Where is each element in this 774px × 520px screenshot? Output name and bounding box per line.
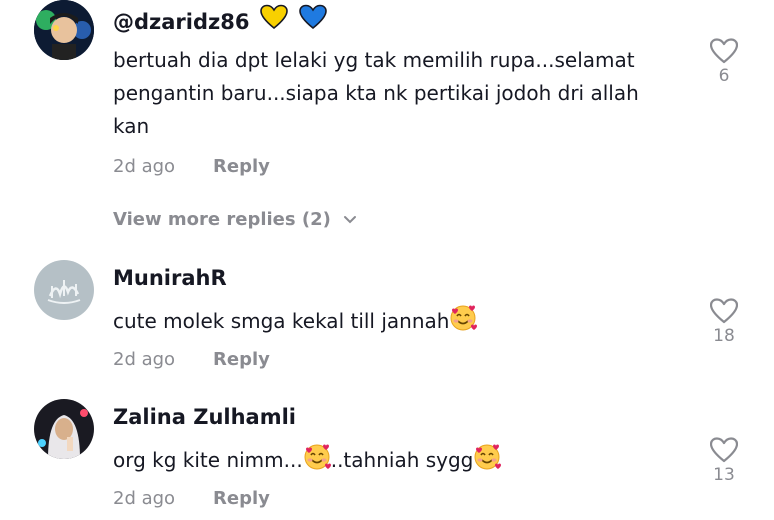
like-button[interactable]: 13 [705, 437, 743, 485]
avatar[interactable] [34, 399, 94, 459]
comment-username[interactable]: Zalina Zulhamli [113, 405, 296, 429]
avatar[interactable] [34, 260, 94, 320]
like-count: 13 [713, 465, 735, 485]
comment-text: cute molek smga kekal till jannah [113, 304, 673, 338]
like-count: 18 [713, 326, 735, 346]
comment-text: bertuah dia dpt lelaki yg tak memilih ru… [113, 48, 639, 138]
avatar-image [34, 399, 94, 459]
like-button[interactable]: 6 [705, 38, 743, 86]
comment-username[interactable]: MunirahR [113, 266, 227, 290]
comment-text: org kg kite nimm... ..tahniah sygg [113, 443, 673, 477]
like-button[interactable]: 18 [705, 298, 743, 346]
comment-meta: 2d ago Reply [113, 488, 270, 509]
username-text: @dzaridz86 [113, 10, 250, 34]
avatar[interactable] [34, 0, 94, 60]
smiling-face-with-hearts-icon [473, 443, 501, 471]
comment-meta: 2d ago Reply [113, 156, 270, 177]
chevron-down-icon [344, 216, 357, 224]
comment-timestamp: 2d ago [113, 349, 176, 370]
reply-button[interactable]: Reply [213, 349, 270, 370]
avatar-image [34, 0, 94, 60]
smiling-face-with-hearts-icon [449, 304, 477, 332]
avatar-image [34, 260, 94, 320]
yellow-heart-icon [259, 4, 288, 30]
view-more-replies-button[interactable]: View more replies (2) [113, 209, 357, 230]
heart-outline-icon [710, 298, 738, 324]
heart-outline-icon [710, 437, 738, 463]
blue-heart-icon [299, 4, 327, 30]
comment-timestamp: 2d ago [113, 156, 176, 177]
comment-text-part: ..tahniah sygg [330, 448, 474, 472]
like-count: 6 [718, 66, 730, 86]
comment-text-part: org kg kite nimm... [113, 448, 303, 472]
heart-outline-icon [710, 38, 738, 64]
view-more-replies-label: View more replies (2) [113, 209, 331, 230]
comment-username[interactable]: @dzaridz86 [113, 4, 328, 34]
reply-button[interactable]: Reply [213, 156, 270, 177]
reply-button[interactable]: Reply [213, 488, 270, 509]
smiling-face-with-hearts-icon [303, 443, 331, 471]
comment-text-content: cute molek smga kekal till jannah [113, 309, 450, 333]
comment-meta: 2d ago Reply [113, 349, 270, 370]
comment-timestamp: 2d ago [113, 488, 176, 509]
